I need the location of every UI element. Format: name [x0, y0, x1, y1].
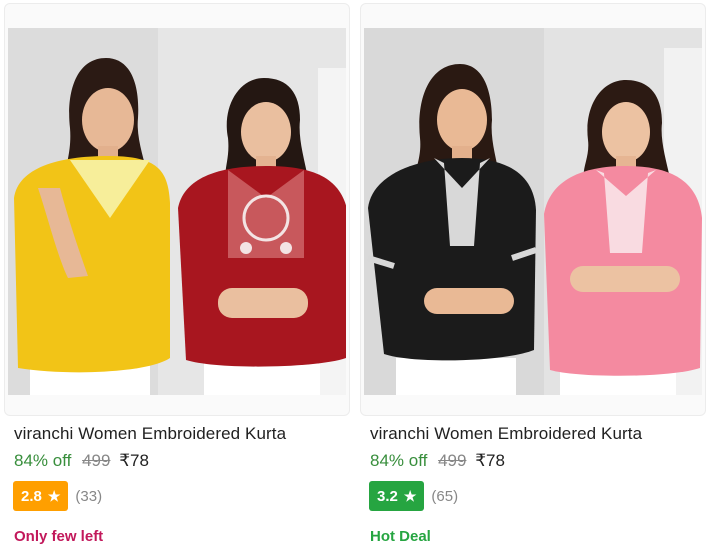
product-image-container[interactable]	[4, 3, 350, 416]
product-title[interactable]: viranchi Women Embroidered Kurta	[370, 424, 642, 444]
original-price: 499	[82, 451, 111, 470]
star-icon: ★	[403, 487, 417, 504]
discount-percent: 84% off	[14, 451, 72, 470]
star-icon: ★	[47, 487, 61, 504]
rating-badge: 3.2 ★	[369, 481, 425, 511]
product-card[interactable]: viranchi Women Embroidered Kurta 84% off…	[360, 0, 706, 550]
rating-row: 3.2 ★ (65)	[369, 481, 458, 511]
rating-row: 2.8 ★ (33)	[13, 481, 102, 511]
selling-price: ₹78	[475, 451, 505, 470]
stock-tag: Only few left	[14, 528, 104, 545]
rating-value: 2.8	[21, 487, 42, 505]
selling-price: ₹78	[119, 451, 149, 470]
product-image[interactable]	[8, 28, 346, 395]
rating-badge: 2.8 ★	[13, 481, 69, 511]
rating-count: (65)	[431, 487, 459, 505]
price-row: 84% off 499 ₹78	[370, 451, 505, 471]
product-card[interactable]: viranchi Women Embroidered Kurta 84% off…	[4, 0, 350, 550]
rating-value: 3.2	[377, 487, 398, 505]
product-image[interactable]	[364, 28, 702, 395]
price-row: 84% off 499 ₹78	[14, 451, 149, 471]
stock-tag: Hot Deal	[370, 528, 431, 545]
original-price: 499	[438, 451, 467, 470]
rating-count: (33)	[75, 487, 103, 505]
product-image-container[interactable]	[360, 3, 706, 416]
product-title[interactable]: viranchi Women Embroidered Kurta	[14, 424, 286, 444]
discount-percent: 84% off	[370, 451, 428, 470]
